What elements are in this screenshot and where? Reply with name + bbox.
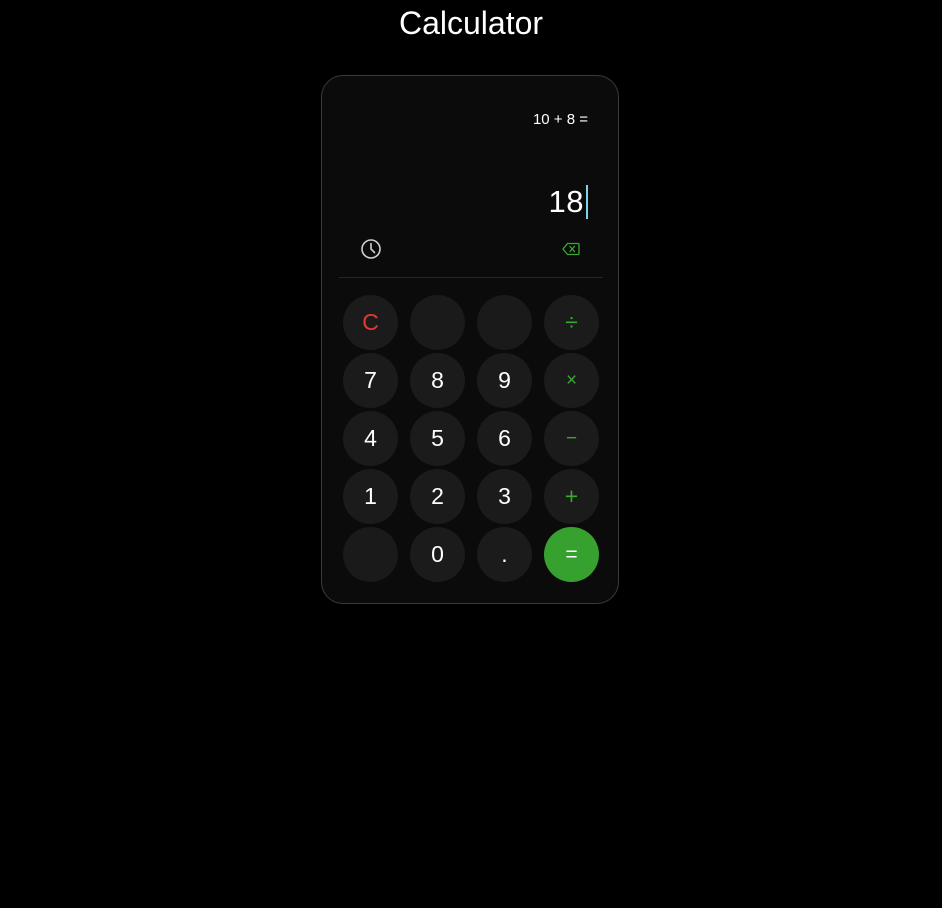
digit-0-button[interactable]: 0 <box>410 527 465 582</box>
blank-key[interactable] <box>410 295 465 350</box>
clear-button[interactable]: C <box>343 295 398 350</box>
keypad: C ÷ 7 8 9 × 4 5 6 − 1 2 3 + 0 . = <box>343 295 599 582</box>
digit-8-button[interactable]: 8 <box>410 353 465 408</box>
expression-display: 10 + 8 = <box>532 111 588 128</box>
text-cursor <box>586 185 588 219</box>
result-display[interactable]: 18 <box>549 184 588 220</box>
equals-button[interactable]: = <box>544 527 599 582</box>
history-button[interactable] <box>357 235 385 263</box>
multiply-button[interactable]: × <box>544 353 599 408</box>
divider <box>339 277 603 278</box>
clock-icon <box>361 239 381 259</box>
backspace-button[interactable] <box>557 235 585 263</box>
calculator-panel: 10 + 8 = 18 C ÷ 7 8 9 × 4 5 6 − 1 2 3 + … <box>321 75 619 604</box>
digit-2-button[interactable]: 2 <box>410 469 465 524</box>
blank-key[interactable] <box>477 295 532 350</box>
digit-4-button[interactable]: 4 <box>343 411 398 466</box>
result-value: 18 <box>548 184 584 219</box>
digit-7-button[interactable]: 7 <box>343 353 398 408</box>
digit-5-button[interactable]: 5 <box>410 411 465 466</box>
subtract-button[interactable]: − <box>544 411 599 466</box>
digit-6-button[interactable]: 6 <box>477 411 532 466</box>
backspace-icon <box>562 242 580 256</box>
add-button[interactable]: + <box>544 469 599 524</box>
digit-9-button[interactable]: 9 <box>477 353 532 408</box>
divide-button[interactable]: ÷ <box>544 295 599 350</box>
digit-3-button[interactable]: 3 <box>477 469 532 524</box>
digit-1-button[interactable]: 1 <box>343 469 398 524</box>
page-title: Calculator <box>398 5 544 41</box>
decimal-button[interactable]: . <box>477 527 532 582</box>
blank-key[interactable] <box>343 527 398 582</box>
